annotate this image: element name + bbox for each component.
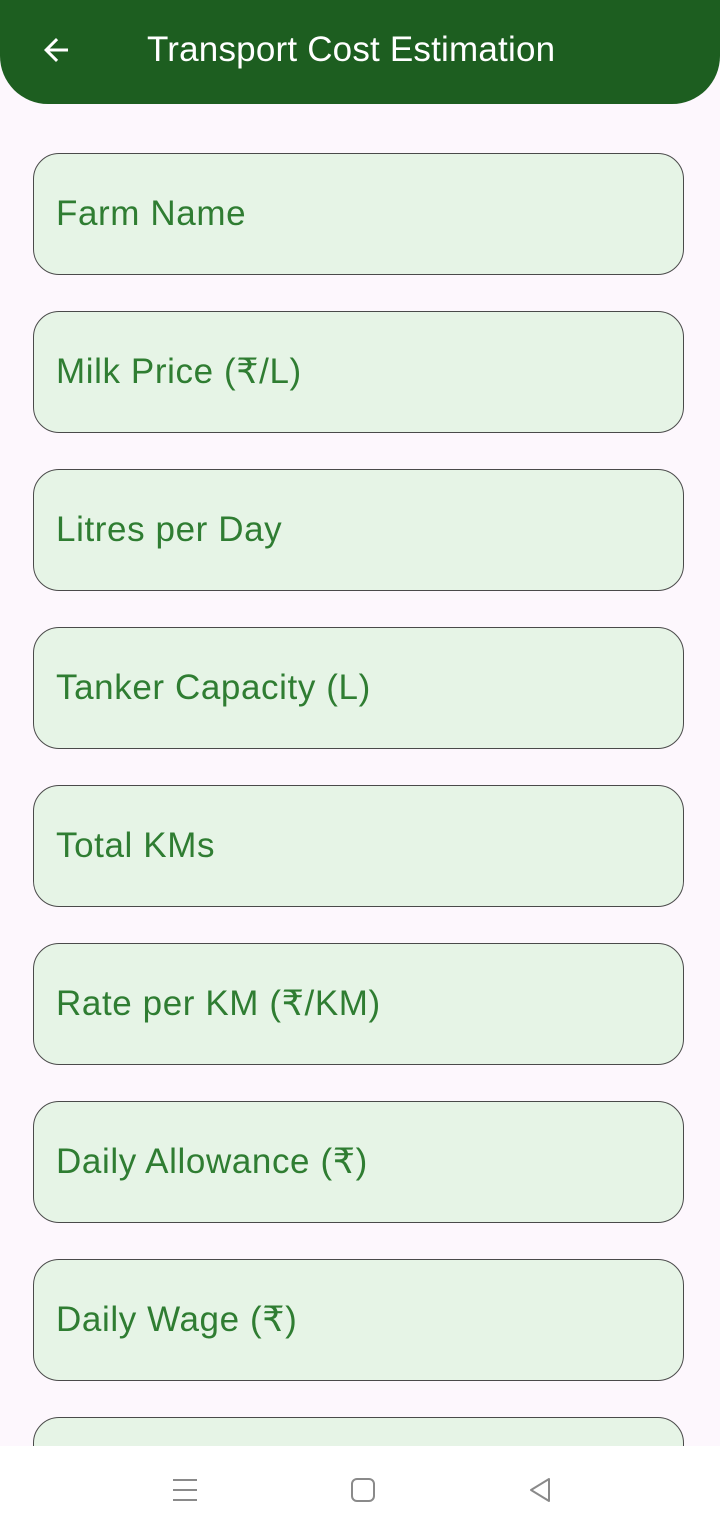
arrow-left-icon: [44, 38, 68, 62]
daily-wage-input[interactable]: [56, 1260, 656, 1380]
system-navigation-bar: [0, 1446, 720, 1533]
milk-price-field[interactable]: [33, 311, 684, 433]
total-kms-field[interactable]: [33, 785, 684, 907]
system-back-button[interactable]: [510, 1468, 570, 1512]
tanker-capacity-input[interactable]: [56, 628, 656, 748]
farm-name-field[interactable]: [33, 153, 684, 275]
recent-apps-button[interactable]: [155, 1468, 215, 1512]
transport-form: [0, 0, 720, 1446]
total-kms-input[interactable]: [56, 786, 656, 906]
page-title: Transport Cost Estimation: [147, 30, 556, 69]
daily-allowance-field[interactable]: [33, 1101, 684, 1223]
next-field-partial[interactable]: [33, 1417, 684, 1446]
litres-per-day-field[interactable]: [33, 469, 684, 591]
home-button[interactable]: [333, 1468, 393, 1512]
square-home-icon: [351, 1478, 375, 1502]
menu-lines-icon: [173, 1479, 197, 1501]
back-button[interactable]: [30, 26, 82, 74]
rate-per-km-field[interactable]: [33, 943, 684, 1065]
tanker-capacity-field[interactable]: [33, 627, 684, 749]
litres-per-day-input[interactable]: [56, 470, 656, 590]
daily-wage-field[interactable]: [33, 1259, 684, 1381]
daily-allowance-input[interactable]: [56, 1102, 656, 1222]
triangle-back-icon: [530, 1478, 550, 1502]
app-bar: Transport Cost Estimation: [0, 0, 720, 104]
milk-price-input[interactable]: [56, 312, 656, 432]
farm-name-input[interactable]: [56, 154, 656, 274]
rate-per-km-input[interactable]: [56, 944, 656, 1064]
next-field-input[interactable]: [56, 1418, 656, 1446]
